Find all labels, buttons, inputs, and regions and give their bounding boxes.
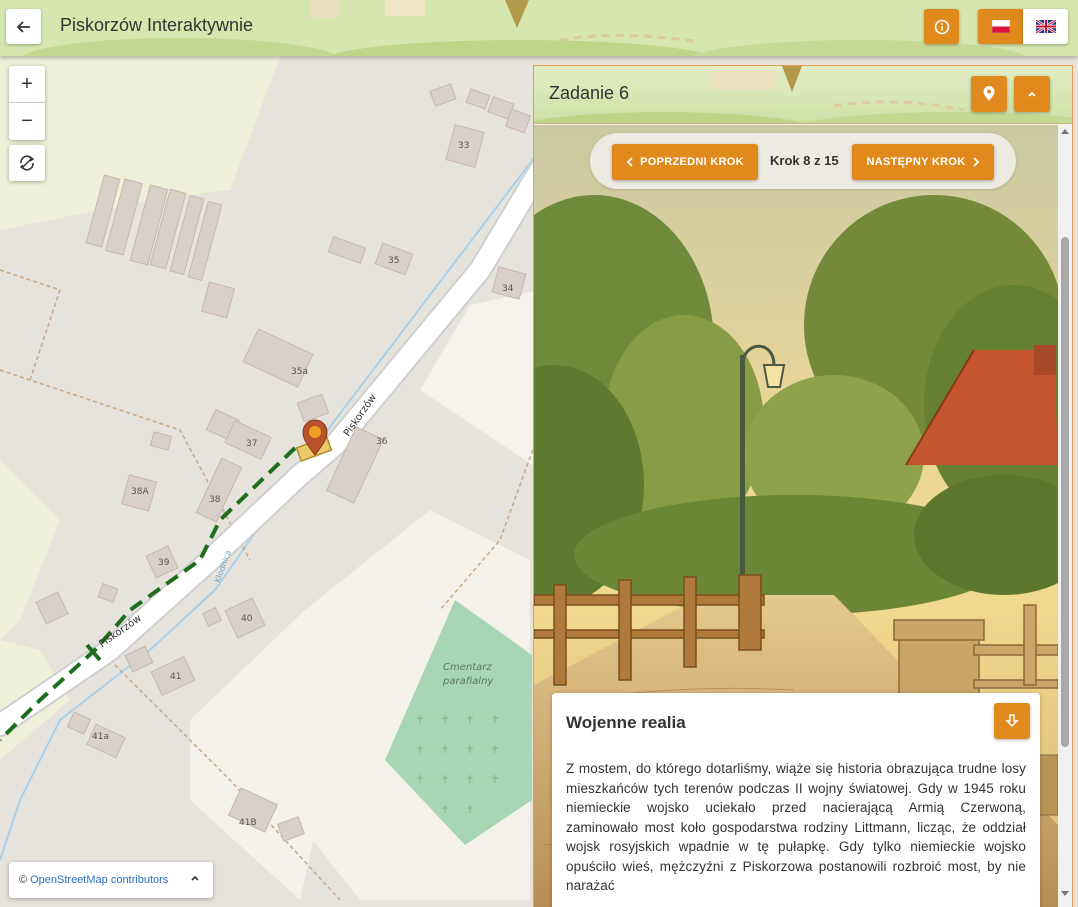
- arrow-left-icon: [16, 20, 30, 33]
- chevron-left-icon: [626, 157, 633, 167]
- flag-uk-icon: [1035, 20, 1056, 33]
- info-icon: [934, 19, 949, 34]
- house-number: 38A: [131, 487, 149, 497]
- cemetery-label: Cmentarz: [443, 662, 492, 673]
- arrow-down-icon: [1005, 714, 1019, 728]
- osm-attribution-link[interactable]: OpenStreetMap contributors: [30, 874, 168, 886]
- collapse-panel-button[interactable]: [1014, 76, 1050, 112]
- scroll-up-arrow[interactable]: [1061, 129, 1069, 134]
- house-number: 38: [209, 495, 221, 505]
- scroll-down-button[interactable]: [994, 703, 1030, 739]
- zoom-control: + −: [9, 66, 45, 140]
- cemetery-label: parafialny: [443, 676, 494, 687]
- house-number: 33: [458, 141, 470, 151]
- task-title: Zadanie 6: [549, 83, 630, 103]
- house-number: 39: [158, 558, 170, 568]
- zoom-out-button[interactable]: −: [9, 103, 45, 140]
- app-header: Piskorzów Interaktywnie: [0, 0, 1078, 56]
- map-attribution: © OpenStreetMap contributors: [9, 862, 213, 898]
- story-text: Z mostem, do którego dotarliśmy, wiąże s…: [566, 761, 1026, 893]
- house-number: 35: [388, 256, 400, 266]
- next-step-button[interactable]: NASTĘPNY KROK: [852, 144, 994, 180]
- language-en-button[interactable]: [1023, 9, 1068, 44]
- house-number: 41a: [92, 732, 109, 742]
- previous-step-label: POPRZEDNI KROK: [640, 156, 744, 168]
- house-number: 40: [241, 614, 253, 624]
- house-number: 36: [376, 437, 388, 447]
- previous-step-button[interactable]: POPRZEDNI KROK: [612, 144, 758, 180]
- house-number: 41B: [239, 818, 257, 828]
- house-number: 41: [170, 672, 182, 682]
- story-title: Wojenne realia: [566, 713, 686, 732]
- flag-poland-icon: [991, 20, 1010, 33]
- panel-scrollbar[interactable]: [1058, 125, 1072, 907]
- scroll-down-arrow[interactable]: [1061, 891, 1069, 896]
- compass-reset-icon: [19, 155, 35, 171]
- zoom-in-button[interactable]: +: [9, 66, 45, 103]
- chevron-up-icon: [1028, 91, 1036, 97]
- back-button[interactable]: [6, 9, 41, 44]
- map-pin-icon: [983, 86, 995, 101]
- scrollbar-thumb[interactable]: [1061, 237, 1069, 747]
- house-number: 35a: [291, 367, 308, 377]
- panel-header: Zadanie 6: [534, 66, 1072, 124]
- story-card: Wojenne realia Z mostem, do którego dota…: [552, 693, 1040, 907]
- task-panel: Zadanie 6 POPRZEDNI KROK Krok 8 z 15 NAS…: [533, 65, 1073, 907]
- reset-rotation-button[interactable]: [9, 145, 45, 181]
- chevron-right-icon: [972, 157, 979, 167]
- language-pl-button[interactable]: [978, 9, 1023, 44]
- locate-task-button[interactable]: [971, 76, 1007, 112]
- info-button[interactable]: [924, 9, 959, 44]
- next-step-label: NASTĘPNY KROK: [866, 156, 966, 168]
- house-number: 37: [246, 439, 258, 449]
- app-title: Piskorzów Interaktywnie: [60, 15, 254, 35]
- copyright-symbol: ©: [19, 874, 28, 886]
- step-navigation: POPRZEDNI KROK Krok 8 z 15 NASTĘPNY KROK: [590, 133, 1016, 189]
- house-number: 34: [502, 284, 514, 294]
- chevron-up-icon[interactable]: [189, 872, 201, 884]
- step-counter: Krok 8 z 15: [770, 153, 839, 168]
